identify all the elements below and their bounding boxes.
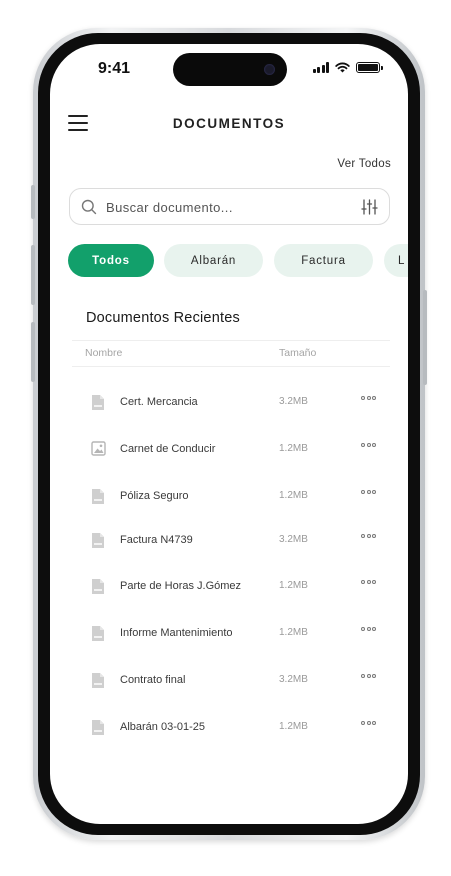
- document-row[interactable]: Albarán 03-01-25 1.2MB: [70, 713, 390, 743]
- file-icon: [91, 578, 105, 600]
- battery-icon: [356, 62, 383, 73]
- chip-partial[interactable]: L: [384, 244, 408, 277]
- chip-albaran[interactable]: Albarán: [164, 244, 263, 277]
- more-options-icon[interactable]: [361, 627, 376, 631]
- document-row[interactable]: Informe Mantenimiento 1.2MB: [70, 619, 390, 649]
- search-input[interactable]: [106, 197, 346, 217]
- document-row[interactable]: Contrato final 3.2MB: [70, 666, 390, 696]
- file-icon: [91, 394, 105, 416]
- more-options-icon[interactable]: [361, 721, 376, 725]
- more-options-icon[interactable]: [361, 443, 376, 447]
- document-size: 1.2MB: [279, 627, 308, 638]
- document-size: 1.2MB: [279, 721, 308, 732]
- document-row[interactable]: Parte de Horas J.Gómez 1.2MB: [70, 572, 390, 602]
- chip-todos[interactable]: Todos: [68, 244, 154, 277]
- more-options-icon[interactable]: [361, 396, 376, 400]
- document-name: Parte de Horas J.Gómez: [120, 580, 242, 592]
- more-options-icon[interactable]: [361, 490, 376, 494]
- column-header-name: Nombre: [85, 347, 123, 359]
- image-icon: [91, 441, 106, 461]
- document-name: Contrato final: [120, 674, 186, 686]
- file-icon: [91, 488, 105, 510]
- dynamic-island: [173, 53, 287, 86]
- document-name: Póliza Seguro: [120, 490, 189, 502]
- document-name: Carnet de Conducir: [120, 443, 216, 455]
- more-options-icon[interactable]: [361, 580, 376, 584]
- file-icon: [91, 672, 105, 694]
- document-name: Factura N4739: [120, 534, 193, 546]
- document-row[interactable]: Póliza Seguro 1.2MB: [70, 482, 390, 512]
- app-screen: 9:41 DOCUMENTOS Ver Todos T: [50, 44, 408, 824]
- divider: [72, 340, 390, 341]
- divider: [72, 366, 390, 367]
- document-name: Albarán 03-01-25: [120, 721, 206, 733]
- status-time: 9:41: [98, 60, 131, 77]
- file-icon: [91, 625, 105, 647]
- document-name: Informe Mantenimiento: [120, 627, 233, 639]
- page-title: DOCUMENTOS: [172, 116, 286, 131]
- document-size: 1.2MB: [279, 443, 308, 454]
- document-size: 3.2MB: [279, 674, 308, 685]
- more-options-icon[interactable]: [361, 674, 376, 678]
- search-bar: [69, 188, 390, 225]
- status-icons: [312, 62, 383, 73]
- filter-sliders-icon[interactable]: [361, 199, 378, 215]
- wifi-icon: [335, 62, 350, 73]
- search-icon: [81, 199, 97, 215]
- column-header-size: Tamaño: [279, 347, 317, 359]
- action-button: [31, 185, 35, 219]
- document-size: 3.2MB: [279, 534, 308, 545]
- filter-chips: Todos Albarán Factura L: [68, 244, 408, 277]
- document-size: 1.2MB: [279, 580, 308, 591]
- section-title: Documentos Recientes: [86, 310, 240, 326]
- document-size: 3.2MB: [279, 396, 308, 407]
- power-button: [423, 290, 427, 385]
- recent-documents-card: Documentos Recientes Nombre Tamaño Cert.…: [70, 296, 390, 766]
- volume-up-button: [31, 245, 35, 305]
- document-size: 1.2MB: [279, 490, 308, 501]
- document-row[interactable]: Factura N4739 3.2MB: [70, 526, 390, 556]
- volume-down-button: [31, 322, 35, 382]
- document-name: Cert. Mercancia: [120, 396, 198, 408]
- camera-icon: [264, 64, 275, 75]
- file-icon: [91, 719, 105, 741]
- chip-factura[interactable]: Factura: [274, 244, 373, 277]
- document-row[interactable]: Carnet de Conducir 1.2MB: [70, 435, 390, 465]
- more-options-icon[interactable]: [361, 534, 376, 538]
- see-all-link[interactable]: Ver Todos: [337, 158, 391, 170]
- document-row[interactable]: Cert. Mercancia 3.2MB: [70, 388, 390, 418]
- file-icon: [91, 532, 105, 554]
- signal-icon: [312, 62, 329, 73]
